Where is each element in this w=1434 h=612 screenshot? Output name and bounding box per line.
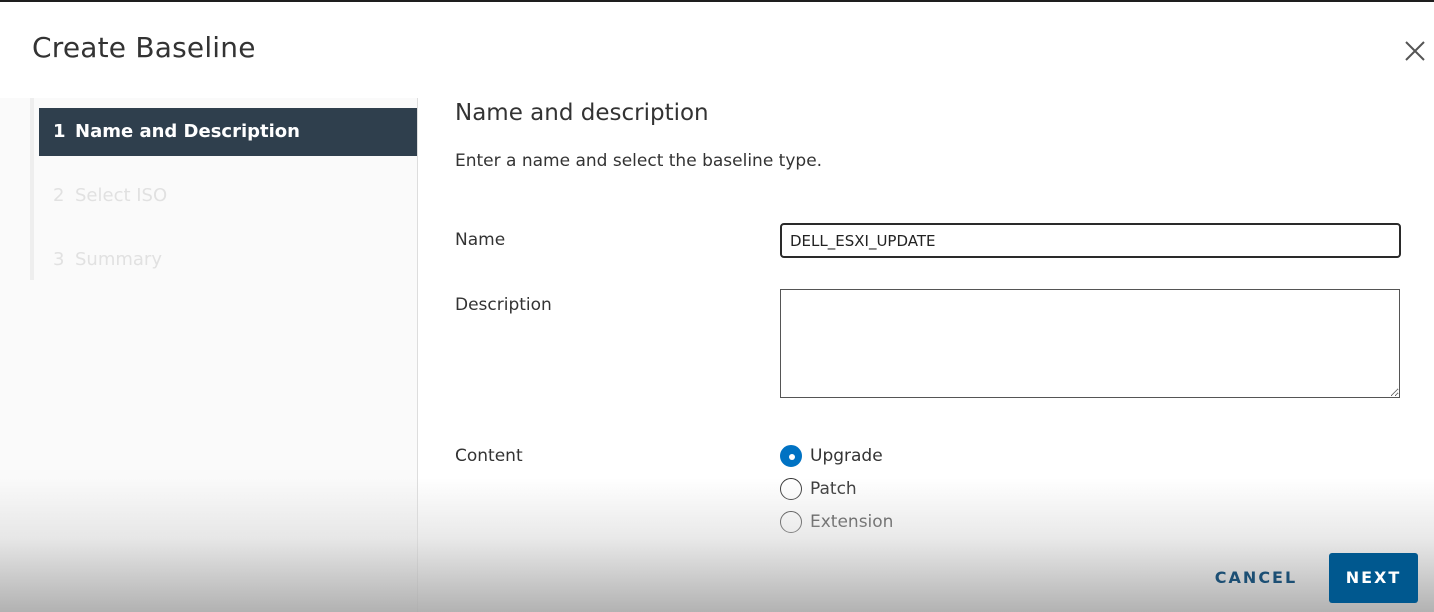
name-input[interactable] (780, 223, 1401, 258)
section-title: Name and description (455, 100, 709, 126)
step-number: 1 (53, 121, 66, 142)
radio-label: Patch (810, 479, 857, 499)
dialog-title: Create Baseline (32, 31, 256, 64)
radio-label: Extension (810, 512, 894, 532)
steps-track (30, 98, 34, 280)
step-number: 2 (53, 185, 65, 206)
step-name-and-description[interactable]: 1 Name and Description (39, 108, 417, 156)
radio-upgrade[interactable] (780, 445, 802, 467)
step-label: Name and Description (75, 121, 300, 142)
section-description: Enter a name and select the baseline typ… (455, 151, 823, 171)
description-textarea[interactable] (780, 289, 1400, 398)
step-number: 3 (53, 249, 65, 270)
radio-extension[interactable] (780, 511, 802, 533)
content-option-patch[interactable]: Patch (780, 477, 857, 501)
cancel-button[interactable]: CANCEL (1200, 553, 1312, 603)
content-label: Content (455, 446, 523, 466)
close-icon (1405, 41, 1425, 61)
content-option-extension[interactable]: Extension (780, 510, 893, 534)
wizard-steps-sidebar: 1 Name and Description 2 Select ISO 3 Summa… (0, 98, 418, 612)
close-button[interactable] (1400, 36, 1430, 66)
name-label: Name (455, 230, 506, 250)
content-option-upgrade[interactable]: Upgrade (780, 444, 883, 468)
top-border (0, 0, 1434, 2)
step-label: Summary (75, 249, 162, 270)
step-select-iso: 2 Select ISO (39, 172, 417, 220)
radio-label: Upgrade (810, 446, 883, 466)
next-button[interactable]: NEXT (1329, 553, 1418, 603)
step-summary: 3 Summary (39, 236, 417, 284)
description-label: Description (455, 295, 552, 315)
radio-patch[interactable] (780, 478, 802, 500)
step-label: Select ISO (75, 185, 168, 206)
